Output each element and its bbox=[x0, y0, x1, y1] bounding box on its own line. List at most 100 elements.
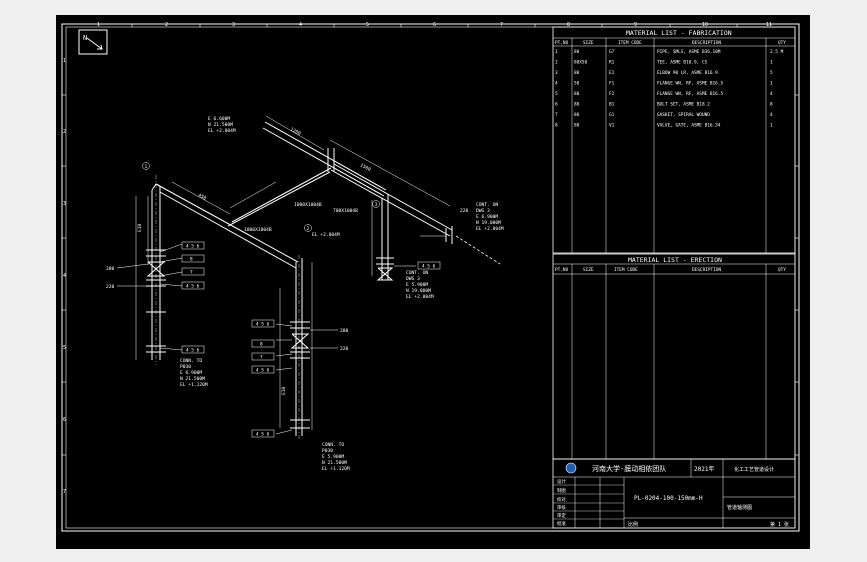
callout: 4 5 6 bbox=[256, 322, 270, 328]
table-cell: G1 bbox=[609, 112, 615, 118]
role-label: 设计 bbox=[557, 478, 566, 485]
dim-value: 280 bbox=[106, 266, 115, 272]
conn-label: CONN. TO bbox=[322, 442, 344, 448]
dim-value: E10 bbox=[137, 223, 143, 232]
table-cell: 4 bbox=[770, 91, 773, 97]
university-logo-icon bbox=[565, 462, 577, 474]
table-cell: V1 bbox=[609, 123, 615, 129]
table-cell: 2 bbox=[555, 60, 558, 66]
table-cell: 80 bbox=[574, 123, 580, 129]
row-label: 2 bbox=[63, 129, 66, 135]
project-name: 化工工艺管道设计 bbox=[734, 466, 774, 473]
row-label: 7 bbox=[63, 489, 66, 495]
table-cell: B1 bbox=[609, 102, 615, 108]
col-header: DESCRIPTION bbox=[692, 267, 721, 273]
conn-label: CONN. TO bbox=[180, 358, 202, 364]
col-label: 5 bbox=[366, 22, 369, 28]
coord-label: E 6.900M bbox=[180, 370, 202, 376]
col-header: SIZE bbox=[583, 267, 594, 273]
cont-label: CONT. ON bbox=[476, 202, 498, 208]
table-cell: GASKET, SPIRAL WOUND bbox=[657, 112, 710, 118]
table-cell: 5 bbox=[770, 70, 773, 76]
conn-label: P030 bbox=[180, 364, 191, 370]
dim-value: 220 bbox=[106, 284, 115, 290]
table-cell: 2.5 M bbox=[770, 49, 784, 55]
col-header: PT.NO bbox=[555, 40, 569, 46]
coord-label: N 19.000M bbox=[476, 220, 501, 226]
cont-label: DWG 3 bbox=[406, 276, 420, 282]
table-cell: E1 bbox=[609, 70, 615, 76]
callout: 7 bbox=[190, 270, 193, 276]
callout: 4 5 6 bbox=[186, 284, 200, 290]
table-cell: VALVE, GATE, ASME B16.34 bbox=[657, 123, 721, 129]
col-header: ITEM CODE bbox=[614, 267, 638, 273]
coord-label: E 6.600M bbox=[208, 116, 230, 122]
table-cell: 1 bbox=[770, 123, 773, 129]
table-cell: 1 bbox=[555, 49, 558, 55]
col-label: 2 bbox=[165, 22, 168, 28]
dim-label: 1000X1004B bbox=[294, 202, 322, 208]
coord-label: N 21.500M bbox=[322, 460, 347, 466]
callout: 7 bbox=[260, 355, 263, 361]
table-cell: 80 bbox=[574, 91, 580, 97]
table-cell: 6 bbox=[555, 102, 558, 108]
table-cell: TEE, ASME B16.9, CS bbox=[657, 60, 708, 66]
row-label: 4 bbox=[63, 273, 66, 279]
coord-label: N 21.500M bbox=[208, 122, 233, 128]
table-cell: 50 bbox=[574, 81, 580, 87]
callout: 8 bbox=[190, 257, 193, 263]
table-cell: ELBOW 90 LR, ASME B16.9 bbox=[657, 70, 718, 76]
row-label: 3 bbox=[63, 201, 66, 207]
col-header: QTY bbox=[778, 267, 786, 273]
col-header: PT.NO bbox=[555, 267, 569, 273]
table-cell: 80 bbox=[574, 49, 580, 55]
dim-value: 220 bbox=[460, 208, 469, 214]
table-cell: FLANGE WN, RF, ASME B16.5 bbox=[657, 81, 723, 87]
table-cell: F2 bbox=[609, 91, 615, 97]
table-cell: 3 bbox=[555, 70, 558, 76]
dim-label: 700X1004B bbox=[333, 208, 358, 214]
table-cell: PIPE, SMLS, ASME B36.10M bbox=[657, 49, 721, 55]
role-label: 校对 bbox=[557, 496, 566, 503]
table-cell: 7 bbox=[555, 112, 558, 118]
role-label: 批准 bbox=[557, 520, 566, 527]
north-label: N bbox=[83, 34, 87, 42]
coord-label: E 5.900M bbox=[406, 282, 428, 288]
drawing-number: PL-0204-100-150mm-H bbox=[634, 495, 703, 502]
coord-label: EL +2.804M bbox=[476, 226, 504, 232]
row-label: 6 bbox=[63, 417, 66, 423]
row-label: 5 bbox=[63, 345, 66, 351]
table-cell: BOLT SET, ASME B18.2 bbox=[657, 102, 710, 108]
callout: 8 bbox=[260, 342, 263, 348]
coord-label: EL +2.804M bbox=[208, 128, 236, 134]
col-header: QTY bbox=[778, 40, 786, 46]
coord-label: EL +1.120M bbox=[322, 466, 350, 472]
table-cell: 5 bbox=[555, 91, 558, 97]
coord-label: E 6.900M bbox=[476, 214, 498, 220]
table-cell: 80X50 bbox=[574, 60, 588, 66]
table-cell: 1 bbox=[770, 60, 773, 66]
sheet-number: 第 1 张 bbox=[770, 521, 789, 528]
table-cell: FLANGE WN, RF, ASME B16.5 bbox=[657, 91, 723, 97]
dim-value: E10 bbox=[281, 386, 287, 395]
coord-label: N 19.000M bbox=[406, 288, 431, 294]
cont-label: DWG 3 bbox=[476, 208, 490, 214]
col-label: 7 bbox=[500, 22, 503, 28]
coord-label: N 21.500M bbox=[180, 376, 205, 382]
drawing-name: 管道轴测图 bbox=[727, 504, 752, 511]
elev-label: EL +2.804M bbox=[312, 232, 340, 238]
erection-title: MATERIAL LIST - ERECTION bbox=[628, 256, 722, 264]
part-bubble: 2 bbox=[307, 226, 310, 232]
col-label: 4 bbox=[299, 22, 302, 28]
drawing-canvas: 1 2 3 4 5 6 7 8 9 10 11 1 2 3 4 5 6 7 N bbox=[56, 15, 810, 549]
coord-label: EL +1.120M bbox=[180, 382, 208, 388]
table-cell: 8 bbox=[770, 102, 773, 108]
coord-label: EL +2.804M bbox=[406, 294, 434, 300]
part-bubble: 3 bbox=[375, 202, 378, 208]
table-cell: 4 bbox=[770, 112, 773, 118]
dim-label: 1000X1004B bbox=[244, 227, 272, 233]
fabrication-title: MATERIAL LIST - FABRICATION bbox=[626, 29, 732, 37]
cont-label: CONT. ON bbox=[406, 270, 428, 276]
year: 2021年 bbox=[694, 465, 714, 473]
col-header: ITEM CODE bbox=[618, 40, 642, 46]
